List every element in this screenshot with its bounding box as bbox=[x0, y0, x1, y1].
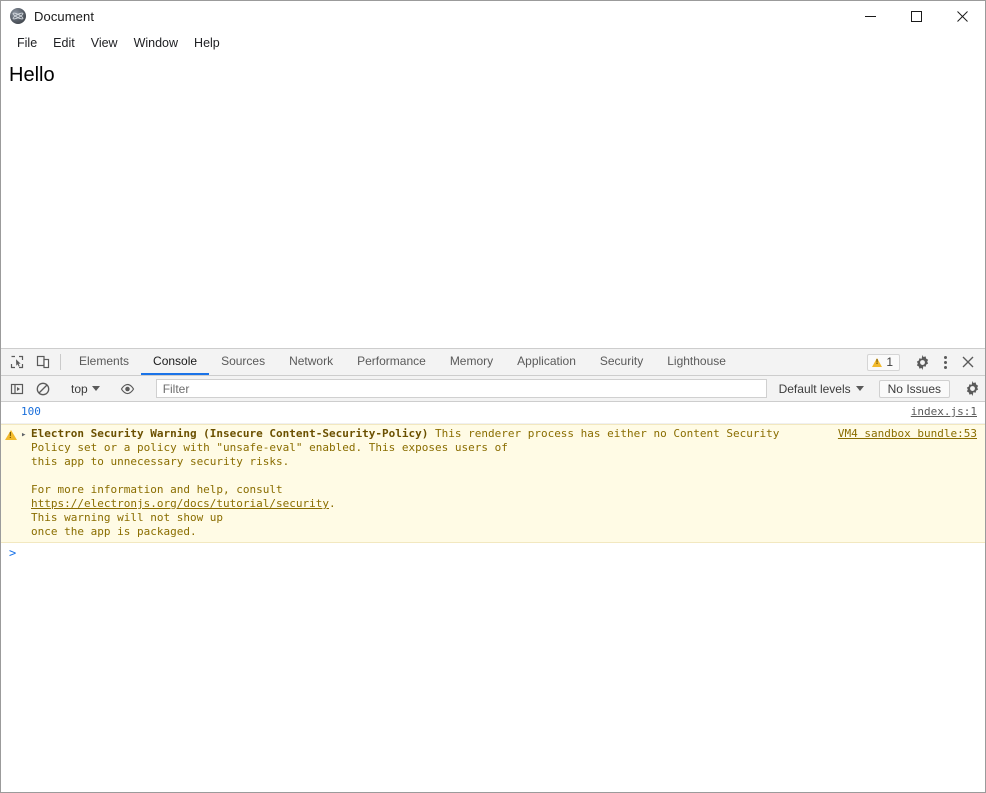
device-toolbar-button[interactable] bbox=[30, 349, 56, 375]
devtools-tab-list: Elements Console Sources Network Perform… bbox=[67, 349, 738, 375]
title-bar-left: Document bbox=[1, 8, 94, 24]
message-gutter bbox=[1, 405, 21, 406]
electron-icon bbox=[10, 8, 26, 24]
menu-item-file[interactable]: File bbox=[9, 34, 45, 52]
execution-context-label: top bbox=[71, 381, 88, 396]
maximize-button[interactable] bbox=[893, 1, 939, 31]
kebab-dot bbox=[943, 365, 947, 369]
tab-memory[interactable]: Memory bbox=[438, 349, 505, 375]
chevron-down-icon bbox=[91, 386, 100, 391]
close-icon bbox=[956, 10, 968, 22]
console-filter-bar: top Filter Default levels No Issues bbox=[1, 376, 985, 402]
execution-context-selector[interactable]: top bbox=[65, 382, 106, 396]
menu-bar: File Edit View Window Help bbox=[1, 31, 985, 55]
devtools-more-button[interactable] bbox=[935, 355, 955, 369]
close-button[interactable] bbox=[939, 1, 985, 31]
console-message-list[interactable]: 100 index.js:1 ▸ Electron Security Warni… bbox=[1, 402, 985, 792]
title-bar: Document bbox=[1, 1, 985, 31]
toolbar-divider bbox=[60, 354, 61, 370]
minimize-button[interactable] bbox=[847, 1, 893, 31]
window-controls bbox=[847, 1, 985, 31]
kebab-dot bbox=[943, 355, 947, 359]
console-message-log[interactable]: 100 index.js:1 bbox=[1, 402, 985, 424]
security-docs-link[interactable]: https://electronjs.org/docs/tutorial/sec… bbox=[31, 497, 329, 510]
warning-title: Electron Security Warning (Insecure Cont… bbox=[31, 427, 429, 440]
console-sidebar-toggle[interactable] bbox=[4, 382, 30, 396]
warning-count: 1 bbox=[886, 355, 893, 369]
page-content: Hello bbox=[1, 55, 985, 348]
tab-application[interactable]: Application bbox=[505, 349, 588, 375]
message-gutter bbox=[1, 427, 21, 440]
menu-item-edit[interactable]: Edit bbox=[45, 34, 83, 52]
tab-performance[interactable]: Performance bbox=[345, 349, 438, 375]
issues-button[interactable]: No Issues bbox=[878, 379, 950, 398]
page-title: Hello bbox=[9, 64, 55, 86]
console-source-link[interactable]: VM4 sandbox bundle:53 bbox=[838, 427, 977, 440]
live-expression-button[interactable] bbox=[115, 382, 141, 396]
warning-triangle-icon bbox=[5, 430, 17, 440]
clear-console-icon bbox=[36, 382, 50, 395]
console-prompt[interactable]: > bbox=[1, 543, 985, 563]
log-levels-label: Default levels bbox=[778, 381, 851, 396]
console-prompt-input[interactable] bbox=[16, 546, 985, 560]
window-title: Document bbox=[34, 8, 95, 24]
console-value-number: 100 bbox=[21, 405, 41, 418]
console-filter-input[interactable]: Filter bbox=[155, 379, 767, 398]
tab-security[interactable]: Security bbox=[588, 349, 655, 375]
eye-icon bbox=[121, 383, 135, 394]
menu-item-help[interactable]: Help bbox=[186, 34, 228, 52]
maximize-icon bbox=[910, 10, 922, 22]
log-levels-selector[interactable]: Default levels bbox=[773, 382, 870, 396]
inspect-element-button[interactable] bbox=[4, 349, 30, 375]
devtools-close-button[interactable] bbox=[955, 356, 981, 368]
prompt-chevron-icon: > bbox=[9, 546, 17, 560]
close-icon bbox=[962, 356, 974, 368]
tab-console[interactable]: Console bbox=[141, 349, 210, 375]
gear-icon bbox=[916, 354, 928, 370]
menu-item-view[interactable]: View bbox=[83, 34, 126, 52]
console-message-text: 100 bbox=[21, 405, 985, 419]
tab-network[interactable]: Network bbox=[277, 349, 345, 375]
console-sidebar-icon bbox=[10, 383, 24, 394]
console-settings-button[interactable] bbox=[959, 381, 985, 396]
devtools-tabbar: Elements Console Sources Network Perform… bbox=[1, 349, 985, 376]
devtools-panel: Elements Console Sources Network Perform… bbox=[1, 348, 985, 792]
console-message-text: Electron Security Warning (Insecure Cont… bbox=[31, 427, 985, 539]
clear-console-button[interactable] bbox=[30, 382, 56, 396]
tab-elements[interactable]: Elements bbox=[67, 349, 141, 375]
tab-sources[interactable]: Sources bbox=[209, 349, 277, 375]
tab-lighthouse[interactable]: Lighthouse bbox=[655, 349, 738, 375]
gear-icon bbox=[966, 381, 978, 396]
device-toolbar-icon bbox=[36, 355, 50, 369]
minimize-icon bbox=[864, 15, 876, 17]
expand-arrow-icon[interactable]: ▸ bbox=[21, 427, 31, 442]
application-window: Document File Edit View Window Help Hell… bbox=[0, 0, 986, 793]
warning-triangle-icon bbox=[872, 357, 883, 367]
devtools-settings-button[interactable] bbox=[909, 354, 935, 370]
console-message-warning[interactable]: ▸ Electron Security Warning (Insecure Co… bbox=[1, 424, 985, 543]
chevron-down-icon bbox=[855, 386, 864, 391]
menu-item-window[interactable]: Window bbox=[126, 34, 186, 52]
console-source-link[interactable]: index.js:1 bbox=[911, 405, 977, 418]
devtools-tabbar-actions: 1 bbox=[867, 349, 985, 375]
inspect-element-icon bbox=[10, 355, 24, 369]
kebab-dot bbox=[943, 360, 947, 364]
warning-count-badge[interactable]: 1 bbox=[867, 353, 900, 371]
